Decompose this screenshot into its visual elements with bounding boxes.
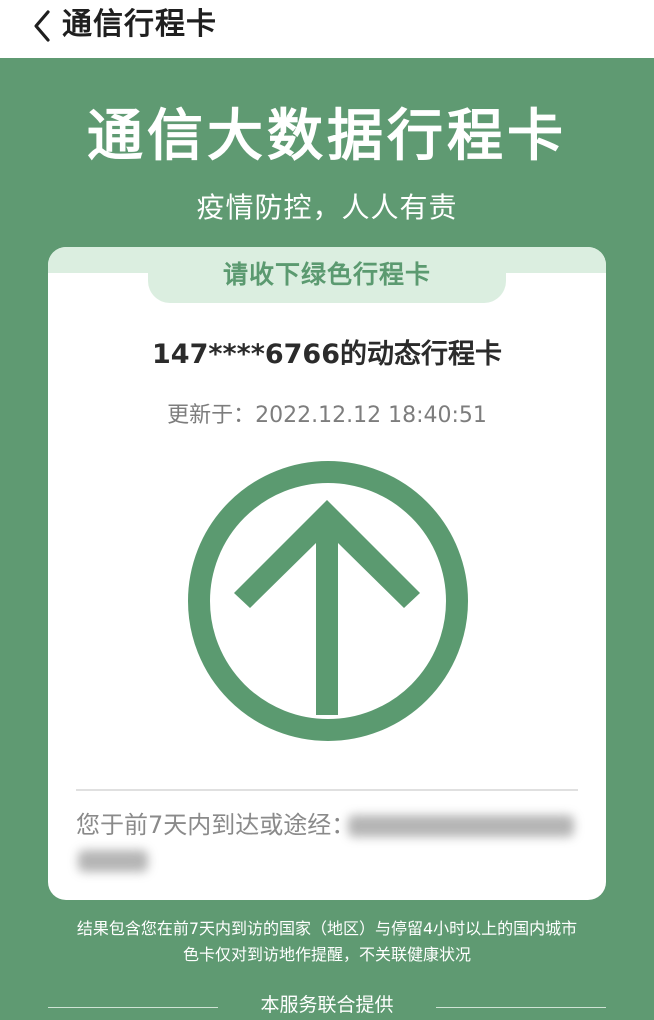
- page-title: 通信行程卡: [62, 7, 217, 42]
- footer-notes: 结果包含您在前7天内到访的国家（地区）与停留4小时以上的国内城市 色卡仅对到访地…: [0, 916, 654, 968]
- slogan: 疫情防控，人人有责: [196, 191, 458, 224]
- nav-bar: 通信行程卡: [0, 0, 654, 58]
- provider-row: 本服务联合提供: [48, 990, 606, 1020]
- blurred-location: [78, 850, 148, 872]
- route-label: 您于前7天内到达或途经：: [76, 811, 356, 839]
- green-up-arrow-icon: [184, 457, 472, 745]
- card-tab: 请收下绿色行程卡: [148, 247, 506, 303]
- back-button[interactable]: [26, 6, 60, 46]
- provider-text: 本服务联合提供: [260, 994, 394, 1016]
- note-line: 结果包含您在前7天内到访的国家（地区）与停留4小时以上的国内城市: [76, 919, 578, 938]
- update-label: 更新于：: [167, 403, 256, 428]
- phone-title: 147****6766的动态行程卡: [152, 339, 502, 370]
- chevron-left-icon: [34, 10, 50, 42]
- note-line: 色卡仅对到访地作提醒，不关联健康状况: [182, 945, 471, 964]
- update-time: 2022.12.12 18:40:51: [255, 403, 487, 428]
- blurred-location: [348, 815, 574, 837]
- divider: [76, 789, 578, 791]
- itinerary-card: 请收下绿色行程卡 147****6766的动态行程卡 更新于：2022.12.1…: [48, 247, 606, 900]
- card-tab-label: 请收下绿色行程卡: [222, 260, 431, 289]
- update-time-row: 更新于：2022.12.12 18:40:51: [48, 399, 606, 433]
- main-title: 通信大数据行程卡: [87, 104, 567, 169]
